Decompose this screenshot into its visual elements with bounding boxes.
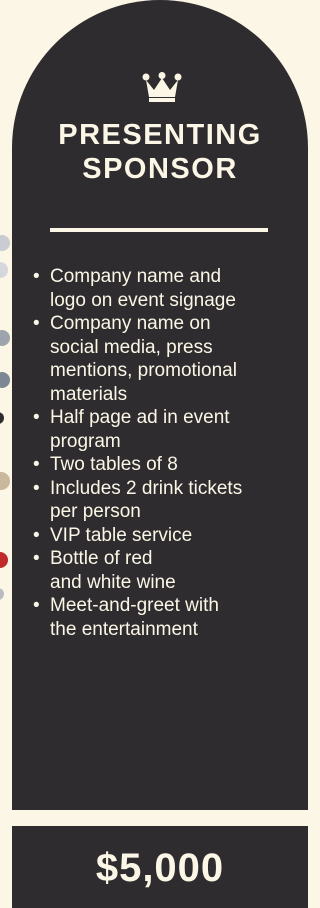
benefit-line: and white wine	[50, 571, 176, 593]
benefit-item: • Meet-and-greet with the entertainment	[31, 594, 293, 641]
benefit-item: • Includes 2 drink tickets per person	[31, 477, 293, 524]
bullet-icon: •	[33, 266, 40, 287]
bullet-icon: •	[33, 454, 40, 475]
benefit-line: Bottle of red	[50, 548, 153, 569]
benefit-item: • VIP table service	[31, 524, 293, 548]
bullet-icon: •	[33, 313, 40, 334]
benefit-line: Company name and	[50, 266, 222, 287]
benefit-line: materials	[50, 383, 128, 405]
title-line-1: PRESENTING	[58, 119, 262, 151]
bullet-icon: •	[33, 548, 40, 569]
confetti-dot	[0, 372, 10, 388]
benefit-line: social media, press	[50, 336, 213, 358]
title-line-2: SPONSOR	[82, 153, 238, 185]
benefit-line: mentions, promotional	[50, 360, 237, 381]
benefit-line: per person	[50, 501, 141, 522]
benefit-item: • Two tables of 8	[31, 453, 293, 477]
confetti-dot	[0, 262, 8, 278]
confetti-dot	[0, 588, 4, 600]
sponsor-card: PRESENTING SPONSOR • Company name and lo…	[12, 0, 308, 810]
price-box: $5,000	[12, 826, 308, 908]
confetti-dot	[0, 552, 8, 568]
confetti-dot	[0, 235, 10, 251]
confetti-dot	[0, 472, 10, 490]
bullet-icon: •	[33, 407, 40, 428]
benefit-line: VIP table service	[50, 524, 193, 546]
confetti-dot	[0, 412, 4, 424]
benefit-line: Includes 2 drink tickets	[50, 477, 243, 499]
benefit-line: Meet-and-greet with	[50, 595, 219, 616]
benefit-item: • Bottle of red and white wine	[31, 547, 293, 594]
benefits-list: • Company name and logo on event signage…	[31, 265, 293, 641]
benefit-item: • Half page ad in event program	[31, 406, 293, 453]
benefit-line: program	[50, 430, 121, 452]
crown-icon	[142, 72, 182, 102]
card-title: PRESENTING SPONSOR	[12, 118, 308, 186]
bullet-icon: •	[33, 595, 40, 616]
benefit-line: the entertainment	[50, 618, 198, 640]
benefit-item: • Company name and logo on event signage	[31, 265, 293, 312]
benefit-line: Two tables of 8	[50, 454, 178, 475]
benefit-item: • Company name on social media, press me…	[31, 312, 293, 406]
benefit-line: logo on event signage	[50, 289, 236, 311]
price-label: $5,000	[95, 846, 225, 890]
benefit-line: Company name on	[50, 313, 211, 334]
benefit-line: Half page ad in event	[50, 407, 230, 428]
title-divider	[50, 228, 268, 232]
bullet-icon: •	[33, 524, 40, 546]
bullet-icon: •	[33, 477, 40, 499]
confetti-dot	[0, 330, 10, 346]
